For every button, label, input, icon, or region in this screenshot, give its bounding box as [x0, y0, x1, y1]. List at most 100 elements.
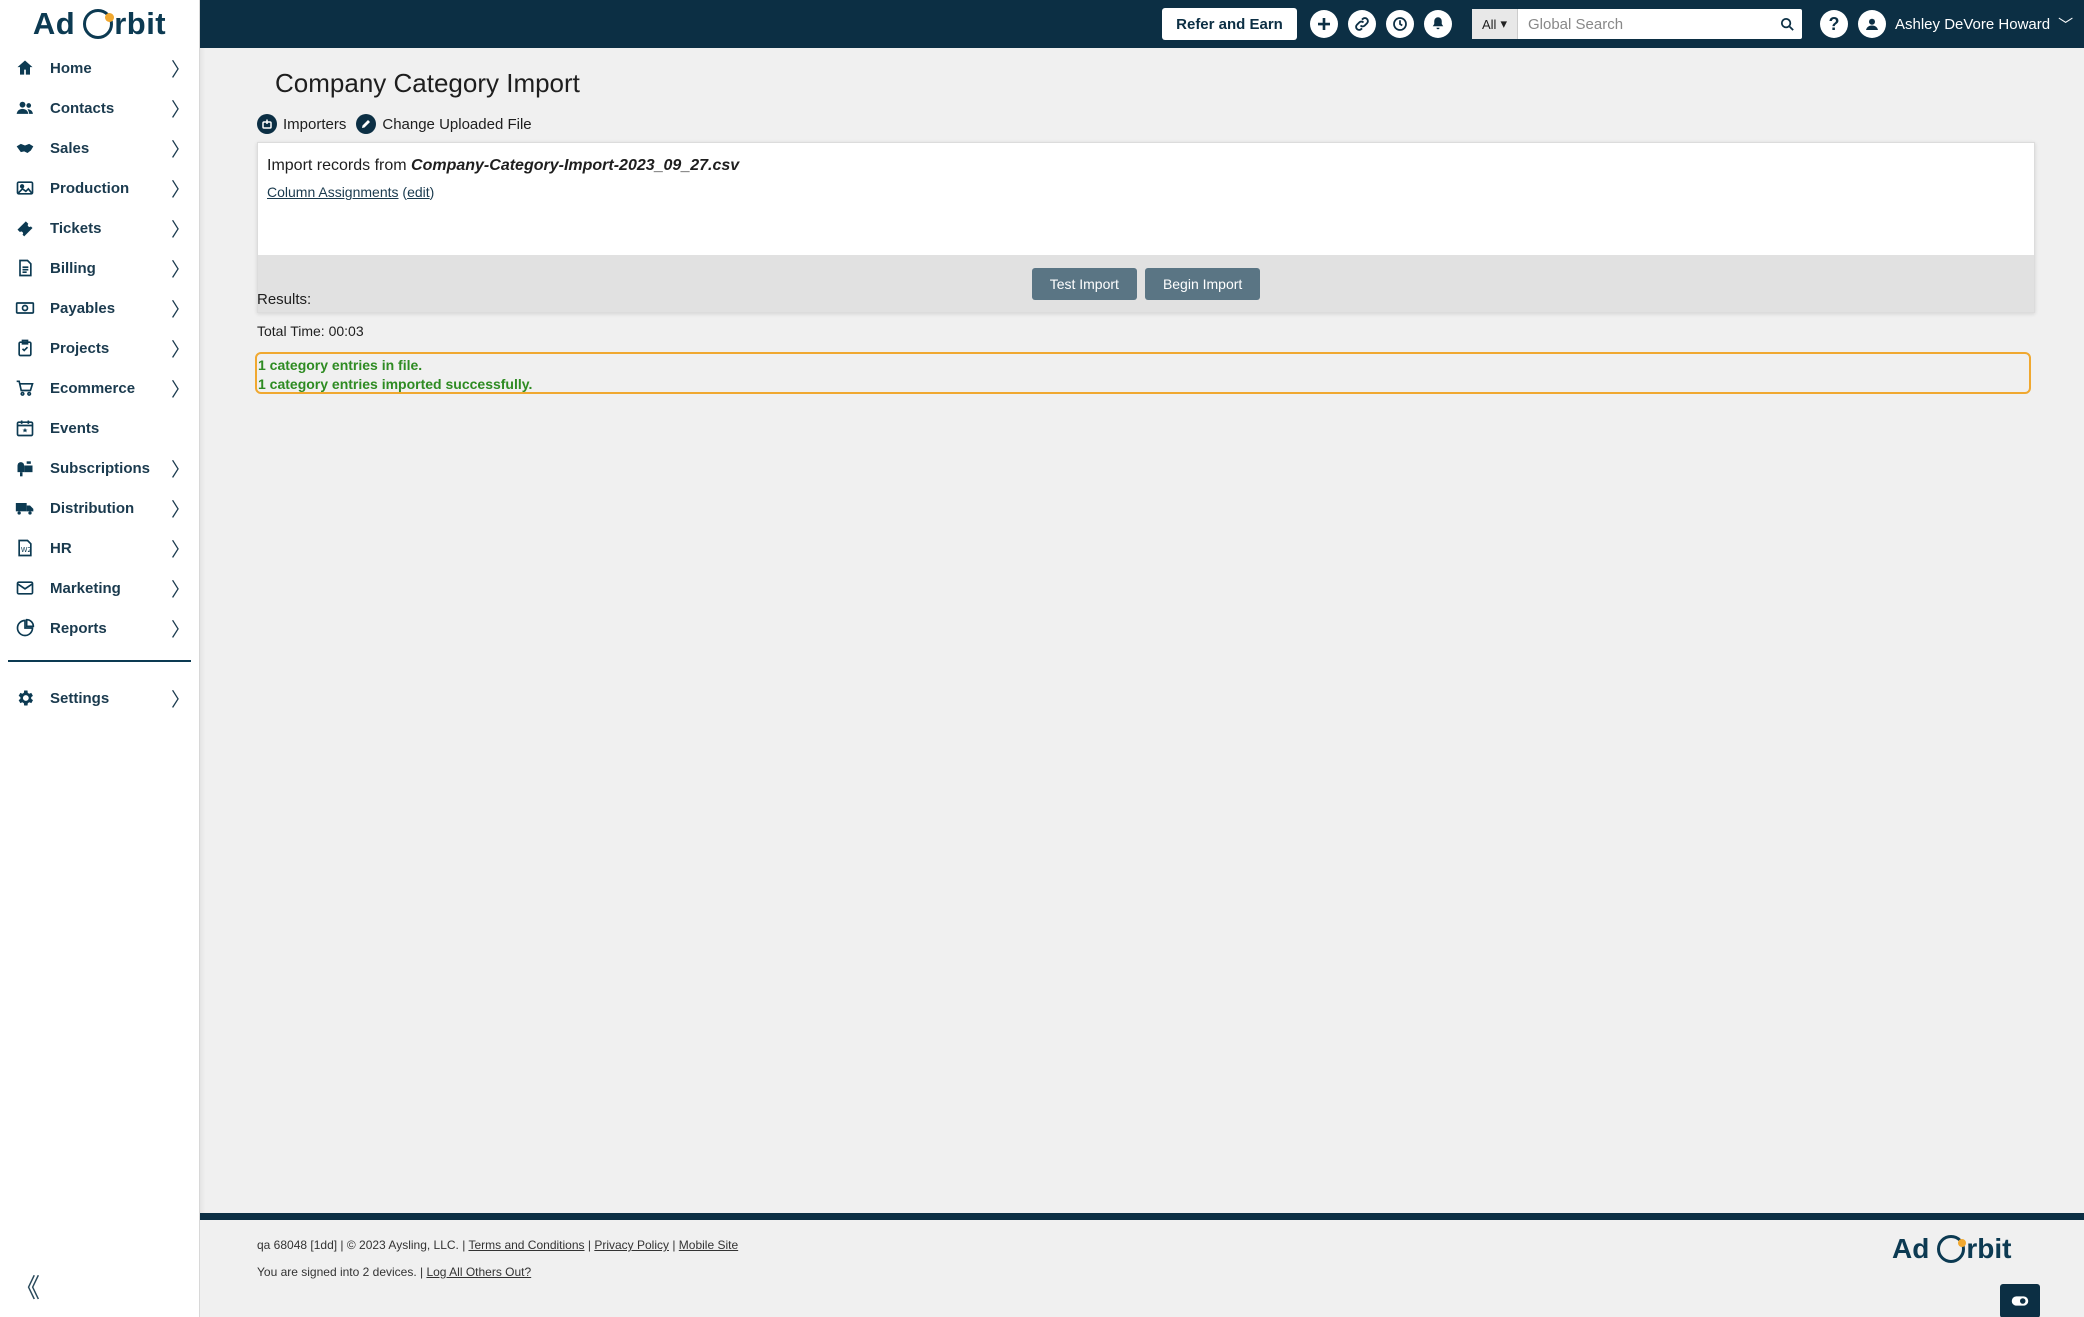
refer-and-earn-button[interactable]: Refer and Earn	[1162, 8, 1297, 40]
sidebar-item-billing[interactable]: Billing 〉	[0, 248, 199, 288]
chevron-right-icon: 〉	[171, 59, 191, 81]
import-panel: Import records from Company-Category-Imp…	[257, 142, 2035, 313]
help-icon[interactable]: ?	[1820, 10, 1848, 38]
chevron-right-icon: 〉	[171, 259, 191, 281]
import-result-box: 1 category entries in file. 1 category e…	[255, 352, 2031, 394]
money-icon	[14, 297, 36, 319]
sidebar-item-settings[interactable]: Settings 〉	[0, 678, 199, 718]
sidebar-item-reports[interactable]: Reports 〉	[0, 608, 199, 648]
chat-toggle-icon[interactable]	[2000, 1284, 2040, 1317]
total-time: Total Time: 00:03	[257, 323, 364, 339]
sidebar-nav: Home 〉 Contacts 〉 Sales 〉 Production 〉 Tickets 〉 B…	[0, 48, 199, 648]
chevron-right-icon: 〉	[171, 139, 191, 161]
edit-assignments-link[interactable]: edit	[407, 184, 430, 200]
change-file-label: Change Uploaded File	[382, 115, 532, 133]
privacy-link[interactable]: Privacy Policy	[594, 1238, 669, 1252]
sidebar-item-label: Events	[50, 419, 100, 437]
importers-link[interactable]: Importers	[257, 114, 346, 134]
svg-text:W2: W2	[21, 546, 32, 554]
chevron-right-icon: 〉	[171, 379, 191, 401]
sidebar-item-label: Projects	[50, 339, 110, 357]
sidebar-item-projects[interactable]: Projects 〉	[0, 328, 199, 368]
w2-form-icon: W2	[14, 537, 36, 559]
page-title: Company Category Import	[275, 68, 580, 98]
sidebar-item-label: HR	[50, 539, 72, 557]
handshake-icon	[14, 137, 36, 159]
sidebar-item-subscriptions[interactable]: Subscriptions 〉	[0, 448, 199, 488]
mailbox-icon	[14, 457, 36, 479]
page-toolbar: Importers Change Uploaded File	[257, 114, 532, 134]
sidebar-item-sales[interactable]: Sales 〉	[0, 128, 199, 168]
sidebar-item-distribution[interactable]: Distribution 〉	[0, 488, 199, 528]
footer-session: You are signed into 2 devices. | Log All…	[257, 1265, 531, 1279]
result-line: 1 category entries in file.	[258, 357, 423, 373]
chevron-down-icon: ﹀	[2058, 17, 2074, 34]
contacts-icon	[14, 97, 36, 119]
sidebar-item-label: Sales	[50, 139, 90, 157]
logo-orbit-icon	[83, 9, 115, 39]
build-info: qa 68048 [1dd] | © 2023 Aysling, LLC. |	[257, 1238, 469, 1252]
terms-link[interactable]: Terms and Conditions	[468, 1238, 584, 1252]
logo[interactable]: Ad rbit	[0, 0, 199, 48]
sidebar-item-ecommerce[interactable]: Ecommerce 〉	[0, 368, 199, 408]
gear-icon	[14, 687, 36, 709]
sidebar-item-production[interactable]: Production 〉	[0, 168, 199, 208]
sidebar-item-label: Settings	[50, 689, 110, 707]
add-icon[interactable]	[1310, 10, 1338, 38]
invoice-icon	[14, 257, 36, 279]
chevron-right-icon: 〉	[171, 99, 191, 121]
importers-icon	[257, 114, 277, 134]
clipboard-icon	[14, 337, 36, 359]
global-search: All ▾	[1472, 9, 1802, 39]
sidebar-item-payables[interactable]: Payables 〉	[0, 288, 199, 328]
cart-icon	[14, 377, 36, 399]
search-icon[interactable]	[1772, 16, 1802, 33]
log-others-out-link[interactable]: Log All Others Out?	[426, 1265, 531, 1279]
column-assignments-link[interactable]: Column Assignments	[267, 184, 399, 200]
import-actions: Test Import Begin Import	[258, 255, 2034, 312]
sidebar-item-contacts[interactable]: Contacts 〉	[0, 88, 199, 128]
history-icon[interactable]	[1386, 10, 1414, 38]
sidebar: Ad rbit Home 〉 Contacts 〉 Sales 〉 Production 〉 T…	[0, 0, 200, 1317]
search-input[interactable]	[1518, 10, 1772, 38]
result-line: 1 category entries imported successfully…	[258, 376, 533, 392]
sidebar-item-label: Ecommerce	[50, 379, 136, 397]
chevron-right-icon: 〉	[171, 219, 191, 241]
signed-in-text: You are signed into 2 devices. |	[257, 1265, 427, 1279]
search-scope-select[interactable]: All ▾	[1472, 9, 1518, 39]
bell-icon[interactable]	[1424, 10, 1452, 38]
test-import-button[interactable]: Test Import	[1031, 267, 1137, 300]
user-menu[interactable]: Ashley DeVore Howard ﹀	[1895, 14, 2073, 35]
link-icon[interactable]	[1348, 10, 1376, 38]
sidebar-item-events[interactable]: Events	[0, 408, 199, 448]
sidebar-item-home[interactable]: Home 〉	[0, 48, 199, 88]
sidebar-item-hr[interactable]: W2 HR 〉	[0, 528, 199, 568]
search-scope-value: All	[1482, 16, 1497, 32]
sidebar-item-tickets[interactable]: Tickets 〉	[0, 208, 199, 248]
results-heading: Results:	[257, 291, 312, 308]
envelope-icon	[14, 577, 36, 599]
footer: qa 68048 [1dd] | © 2023 Aysling, LLC. | …	[200, 1213, 2084, 1317]
column-assignments-line: Column Assignments (edit)	[267, 184, 435, 200]
chevron-right-icon: 〉	[171, 179, 191, 201]
sidebar-item-marketing[interactable]: Marketing 〉	[0, 568, 199, 608]
sidebar-item-label: Distribution	[50, 499, 135, 517]
sidebar-item-label: Billing	[50, 259, 96, 277]
logo-text-right: rbit	[114, 6, 167, 41]
topbar: Refer and Earn All ▾ ? Ashley DeVore How…	[200, 0, 2084, 48]
footer-logo: Ad rbit	[1892, 1233, 2012, 1264]
import-prefix: Import records from	[267, 157, 412, 174]
user-avatar-icon[interactable]	[1858, 10, 1886, 38]
mobile-site-link[interactable]: Mobile Site	[679, 1238, 738, 1252]
home-icon	[14, 57, 36, 79]
pencil-icon	[356, 114, 377, 134]
change-uploaded-file-link[interactable]: Change Uploaded File	[356, 114, 532, 134]
logo-text-left: Ad	[32, 6, 76, 41]
truck-icon	[14, 497, 36, 519]
chevron-right-icon: 〉	[171, 579, 191, 601]
begin-import-button[interactable]: Begin Import	[1144, 267, 1261, 300]
sidebar-item-label: Production	[50, 179, 130, 197]
collapse-sidebar-icon[interactable]: 《	[14, 1268, 40, 1305]
chevron-right-icon: 〉	[171, 689, 191, 711]
chevron-right-icon: 〉	[171, 459, 191, 481]
